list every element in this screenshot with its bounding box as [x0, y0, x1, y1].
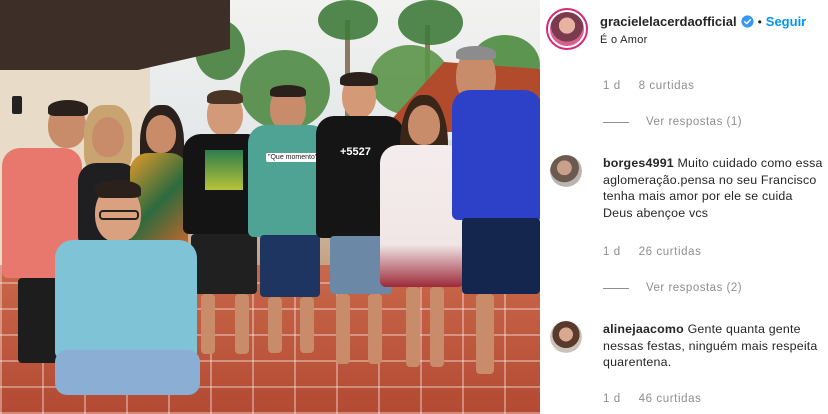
caption-meta: 1 d 8 curtidas	[603, 80, 694, 92]
view-replies-button[interactable]: Ver respostas (2)	[603, 282, 742, 294]
author-avatar[interactable]	[546, 8, 588, 50]
commenter-avatar[interactable]	[550, 155, 582, 187]
comments-panel: gracielelacerdaofficial • Seguir É o Amo…	[540, 0, 828, 414]
comment-meta: 1 d 46 curtidas	[603, 393, 701, 405]
comment: alinejaacomo Gente quanta gente nessas f…	[603, 321, 823, 371]
comment: borges4991 Muito cuidado como essa aglom…	[603, 155, 823, 221]
comment-age: 1 d	[603, 246, 621, 258]
view-replies-label: Ver respostas (2)	[646, 282, 743, 294]
comment-likes[interactable]: 46 curtidas	[639, 393, 702, 405]
caption-age: 1 d	[603, 80, 621, 92]
view-replies-button[interactable]: Ver respostas (1)	[603, 116, 742, 128]
commenter-avatar[interactable]	[550, 321, 582, 353]
thread-line	[603, 287, 629, 289]
person	[55, 180, 205, 410]
shirt-text: +5527	[340, 146, 371, 158]
shirt-text: "Que momento"	[266, 153, 320, 162]
post-photo[interactable]: "Que momento" +5527	[0, 0, 540, 414]
person	[452, 46, 540, 391]
comment-likes[interactable]: 26 curtidas	[639, 246, 702, 258]
separator-dot: •	[757, 14, 762, 29]
post-caption: É o Amor	[600, 34, 648, 46]
tree	[398, 0, 463, 45]
tree	[318, 0, 378, 40]
comment-age: 1 d	[603, 393, 621, 405]
comment-username[interactable]: alinejaacomo	[603, 322, 684, 336]
thread-line	[603, 121, 629, 123]
comment-username[interactable]: borges4991	[603, 156, 674, 170]
author-username[interactable]: gracielelacerdaofficial	[600, 14, 737, 29]
view-replies-label: Ver respostas (1)	[646, 116, 743, 128]
post-header: gracielelacerdaofficial • Seguir	[600, 14, 806, 29]
comment-meta: 1 d 26 curtidas	[603, 246, 701, 258]
shirt-print	[205, 150, 243, 190]
caption-likes[interactable]: 8 curtidas	[639, 80, 695, 92]
glasses	[99, 210, 139, 220]
follow-button[interactable]: Seguir	[766, 14, 806, 29]
verified-badge-icon	[740, 15, 754, 28]
